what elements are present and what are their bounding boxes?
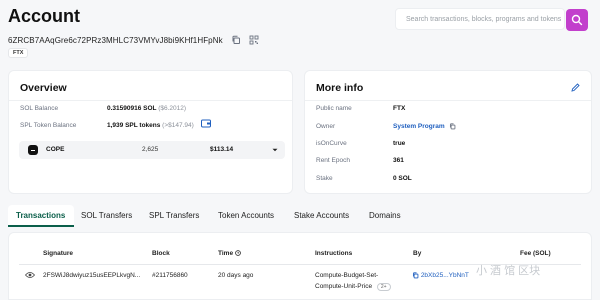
sol-balance-value: 0.31590916 SOL ($6.2012) — [107, 105, 186, 112]
overview-title: Overview — [20, 82, 67, 94]
chevron-down-icon[interactable] — [271, 146, 279, 154]
tab-stake-accounts[interactable]: Stake Accounts — [294, 211, 349, 220]
tx-time: 20 days ago — [218, 272, 254, 279]
is-on-curve-value: true — [393, 140, 406, 147]
spl-token-count: 1,939 SPL tokens — [107, 122, 161, 129]
divider — [9, 100, 292, 101]
col-header-block: Block — [152, 250, 170, 257]
overview-card: Overview SOL Balance 0.31590916 SOL ($6.… — [8, 70, 293, 194]
tab-spl-transfers[interactable]: SPL Transfers — [149, 211, 199, 220]
search-button[interactable] — [566, 9, 588, 31]
account-tabs: Transactions SOL Transfers SPL Transfers… — [8, 205, 592, 227]
tx-instruction-name: Compute-Unit-Price — [315, 283, 373, 290]
owner-value: System Program — [393, 123, 456, 130]
col-header-signature: Signature — [43, 250, 73, 257]
wallet-icon[interactable] — [201, 119, 211, 128]
tx-instructions-line1: Compute-Budget-Set- — [315, 272, 379, 279]
rent-epoch-label: Rent Epoch — [316, 157, 350, 164]
tab-sol-transfers[interactable]: SOL Transfers — [81, 211, 132, 220]
cope-token-icon — [28, 145, 38, 155]
tx-signature-link[interactable]: 2FSWiJ8dwiyuz15usEEPLkvgN... — [43, 272, 140, 279]
stake-label: Stake — [316, 175, 333, 182]
address-row: 6ZRCB7AAqGre6c72PRz3MHLC73VMYvJ8bi9KHf1H… — [8, 34, 259, 46]
time-header-label: Time — [218, 250, 234, 257]
tab-transactions[interactable]: Transactions — [16, 211, 65, 220]
owner-label: Owner — [316, 123, 336, 130]
tx-by: 2bXb25...YbNnT — [412, 272, 469, 279]
spl-balance-label: SPL Token Balance — [20, 122, 77, 129]
copy-icon[interactable] — [412, 272, 419, 279]
search-icon — [571, 14, 583, 26]
clock-icon — [235, 250, 241, 257]
copy-address-button[interactable] — [231, 35, 241, 45]
public-name-label: Public name — [316, 105, 352, 112]
tx-signer-link[interactable]: 2bXb25...YbNnT — [421, 272, 469, 279]
eye-icon[interactable] — [25, 271, 35, 279]
sol-balance-label: SOL Balance — [20, 105, 59, 112]
header: Account Search transactions, blocks, pro… — [8, 4, 592, 32]
rent-epoch-value: 361 — [393, 157, 404, 164]
copy-icon[interactable] — [449, 123, 456, 130]
col-header-time[interactable]: Time — [218, 250, 241, 257]
tab-domains[interactable]: Domains — [369, 211, 401, 220]
spl-balance-usd: (>$147.94) — [162, 122, 194, 129]
watermark-text: 小 酒 馆 区块 — [476, 265, 541, 277]
page-title: Account — [8, 6, 80, 26]
divider — [305, 100, 591, 101]
more-info-title: More info — [316, 82, 364, 94]
search-input[interactable]: Search transactions, blocks, programs an… — [395, 8, 565, 30]
token-amount: 2,625 — [142, 146, 159, 153]
is-on-curve-label: isOnCurve — [316, 140, 347, 147]
sol-balance-amount: 0.31590916 SOL — [107, 105, 157, 112]
tx-block-link[interactable]: #211756860 — [152, 272, 188, 279]
copy-icon — [232, 35, 240, 44]
stake-value: 0 SOL — [393, 175, 412, 182]
account-label-badge: FTX — [8, 48, 29, 58]
edit-icon[interactable] — [571, 83, 580, 92]
sol-balance-usd: ($6.2012) — [158, 105, 187, 112]
token-usd-value: $113.14 — [210, 146, 234, 153]
token-symbol: COPE — [46, 146, 65, 153]
tab-token-accounts[interactable]: Token Accounts — [218, 211, 274, 220]
more-instructions-badge[interactable]: 2+ — [376, 283, 391, 291]
qr-code-icon — [249, 35, 259, 45]
tx-instructions-line2: Compute-Unit-Price 2+ — [315, 283, 391, 291]
col-header-instructions: Instructions — [315, 250, 353, 257]
active-tab-indicator — [8, 225, 74, 227]
more-info-card: More info Public name FTX Owner System P… — [304, 70, 592, 194]
spl-balance-value: 1,939 SPL tokens (>$147.94) — [107, 122, 194, 129]
public-name-value: FTX — [393, 105, 406, 112]
account-address: 6ZRCB7AAqGre6c72PRz3MHLC73VMYvJ8bi9KHf1H… — [8, 35, 223, 45]
owner-link[interactable]: System Program — [393, 123, 445, 130]
qr-code-button[interactable] — [249, 35, 259, 45]
col-header-by: By — [413, 250, 422, 257]
token-select[interactable]: COPE 2,625 $113.14 — [19, 141, 285, 159]
col-header-fee: Fee (SOL) — [520, 250, 551, 257]
